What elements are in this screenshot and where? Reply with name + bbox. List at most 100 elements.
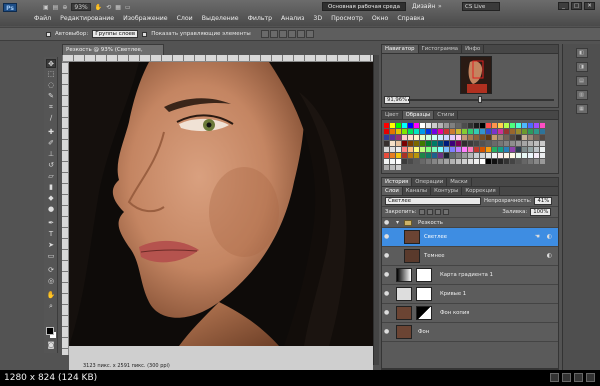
color-swatch[interactable] [540,123,545,128]
color-swatch[interactable] [516,123,521,128]
color-swatch[interactable] [504,123,509,128]
color-swatch[interactable] [474,135,479,140]
bridge-icon[interactable]: ▣ [43,4,49,11]
color-swatch[interactable] [492,129,497,134]
menu-3d[interactable]: 3D [313,15,322,22]
color-swatch[interactable] [522,153,527,158]
color-swatch[interactable] [414,129,419,134]
color-swatch[interactable] [474,159,479,164]
color-swatch[interactable] [510,153,515,158]
color-swatch[interactable] [438,123,443,128]
color-swatch[interactable] [510,135,515,140]
color-swatch[interactable] [510,123,515,128]
hand-icon[interactable]: ✋ [95,4,102,11]
color-swatch[interactable] [444,147,449,152]
color-swatch[interactable] [420,147,425,152]
color-swatch[interactable] [462,153,467,158]
color-swatch[interactable] [492,153,497,158]
color-swatch[interactable] [510,129,515,134]
color-swatch[interactable] [426,129,431,134]
layer-row[interactable]: ● Фон [382,323,558,342]
color-swatch[interactable] [516,159,521,164]
color-swatch[interactable] [402,135,407,140]
color-swatch[interactable] [432,123,437,128]
color-swatch[interactable] [486,135,491,140]
color-swatch[interactable] [414,123,419,128]
color-swatch[interactable] [438,159,443,164]
tab-color[interactable]: Цвет [382,111,403,119]
layer-options-icon[interactable]: ◐ [547,252,552,259]
color-swatch[interactable] [468,129,473,134]
color-swatch[interactable] [408,147,413,152]
color-swatch[interactable] [492,159,497,164]
align-left-icon[interactable] [287,30,296,38]
color-swatch[interactable] [384,153,389,158]
color-swatch[interactable] [516,147,521,152]
blend-mode-select[interactable]: Светлее [385,197,481,205]
color-swatch[interactable] [534,147,539,152]
align-center-icon[interactable] [296,30,305,38]
color-swatch[interactable] [408,141,413,146]
color-swatch[interactable] [408,123,413,128]
color-swatch[interactable] [510,147,515,152]
color-swatch[interactable] [426,153,431,158]
color-swatch[interactable] [540,129,545,134]
color-swatch[interactable] [390,159,395,164]
color-swatch[interactable] [522,129,527,134]
document-tab[interactable]: Резкость @ 93% (Светлее, RGB/8) * × [62,44,164,63]
color-swatch[interactable] [390,165,395,170]
lock-pixels-icon[interactable] [427,209,434,215]
color-swatch[interactable] [444,141,449,146]
tab-navigator[interactable]: Навигатор [382,45,419,53]
color-swatch[interactable] [438,141,443,146]
color-swatch[interactable] [486,129,491,134]
visibility-eye-icon[interactable]: ● [384,310,391,316]
dock-panel-icon[interactable]: ▥ [575,90,588,100]
color-swatch[interactable] [528,159,533,164]
color-swatch[interactable] [480,123,485,128]
color-swatch[interactable] [402,153,407,158]
tab-actions[interactable]: Операции [412,178,448,186]
healing-brush-tool-icon[interactable]: ✚ [46,128,56,137]
color-swatch[interactable] [492,141,497,146]
color-swatch[interactable] [384,141,389,146]
layer-row[interactable]: ● Темнее ◐ [382,247,558,266]
color-swatch[interactable] [540,153,545,158]
arrange-documents-icon[interactable]: ▦ [115,4,121,11]
color-swatch[interactable] [504,153,509,158]
shape-tool-icon[interactable]: ▭ [46,252,56,261]
minimize-button[interactable]: _ [558,2,569,10]
color-swatch[interactable] [522,147,527,152]
color-swatch[interactable] [498,141,503,146]
layer-row[interactable]: ● Кривые 1 [382,285,558,304]
color-swatch[interactable] [396,141,401,146]
blur-tool-icon[interactable]: ◆ [46,194,56,203]
horizontal-ruler[interactable] [62,55,376,62]
color-swatch[interactable] [462,129,467,134]
group-expand-icon[interactable]: ▾ [396,219,399,226]
color-swatch[interactable] [498,159,503,164]
maximize-button[interactable]: □ [571,2,582,10]
workspace-button[interactable]: Основная рабочая среда [322,2,406,11]
type-tool-icon[interactable]: T [46,230,56,239]
align-bottom-icon[interactable] [278,30,287,38]
color-swatch[interactable] [426,141,431,146]
color-swatch[interactable] [540,141,545,146]
tab-layers[interactable]: Слои [382,187,403,195]
color-swatch[interactable] [384,159,389,164]
layer-row[interactable]: ● Светлее ☚ ◐ [382,228,558,247]
color-swatch[interactable] [390,153,395,158]
tab-histogram[interactable]: Гистограмма [419,45,463,53]
color-swatch[interactable] [498,135,503,140]
color-swatch[interactable] [540,147,545,152]
color-swatch[interactable] [516,141,521,146]
color-swatch[interactable] [486,147,491,152]
color-swatch[interactable] [420,135,425,140]
quick-select-tool-icon[interactable]: ✎ [46,92,56,101]
color-swatch[interactable] [426,159,431,164]
mini-bridge-icon[interactable]: ▤ [53,4,59,11]
cs-live-button[interactable]: CS Live [462,2,500,11]
lasso-tool-icon[interactable]: ◌ [46,81,56,90]
layer-row[interactable]: ● Карта градиента 1 [382,266,558,285]
color-swatch[interactable] [396,159,401,164]
